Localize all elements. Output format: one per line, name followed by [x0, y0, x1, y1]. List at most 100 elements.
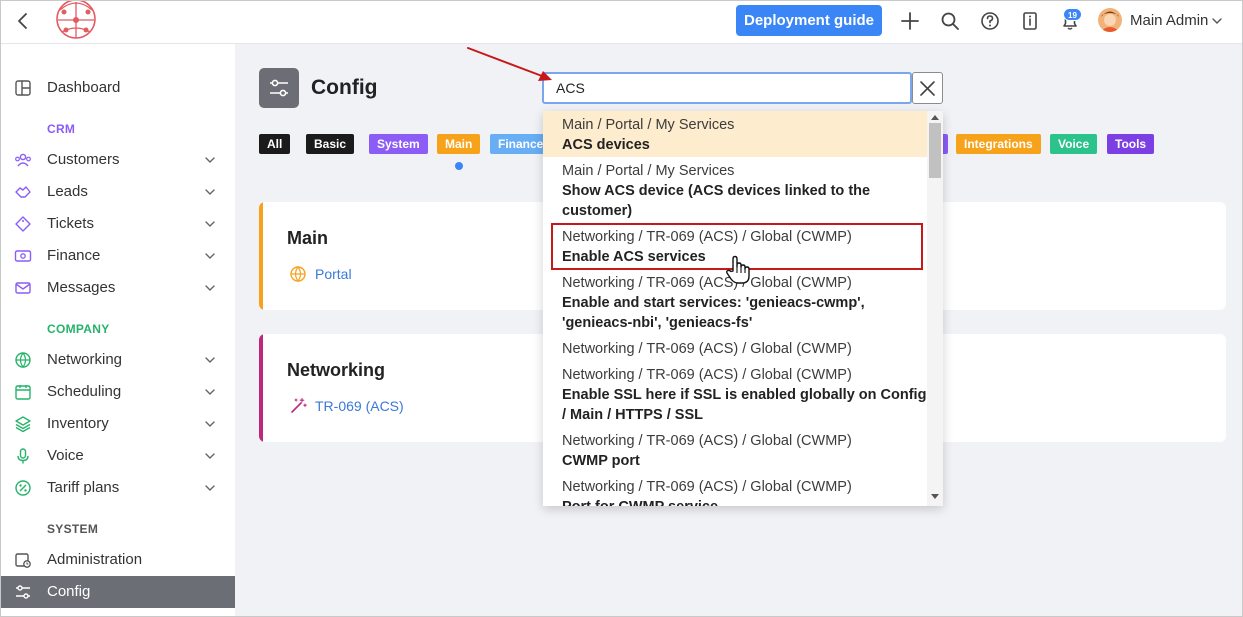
section-heading-crm: CRM — [47, 122, 76, 136]
scroll-up-icon[interactable] — [930, 113, 940, 121]
filter-chip-basic[interactable]: Basic — [306, 134, 355, 154]
chevron-down-icon[interactable] — [203, 281, 217, 295]
globe-icon — [15, 352, 31, 369]
filter-chip-voice[interactable]: Voice — [1050, 134, 1098, 154]
result-path: Networking / TR-069 (ACS) / Global (CWMP… — [562, 229, 852, 245]
sidebar-item-label: Inventory — [47, 415, 109, 432]
user-name[interactable]: Main Admin — [1130, 12, 1208, 29]
search-results-dropdown: Main / Portal / My Services ACS devices … — [543, 111, 943, 506]
result-path: Networking / TR-069 (ACS) / Global (CWMP… — [562, 479, 852, 495]
chevron-down-icon[interactable] — [203, 481, 217, 495]
sidebar-item-scheduling[interactable]: Scheduling — [0, 376, 235, 408]
chevron-down-icon[interactable] — [1210, 14, 1224, 28]
filter-chip-tools[interactable]: Tools — [1107, 134, 1155, 154]
sidebar-item-dashboard[interactable]: Dashboard — [0, 72, 235, 104]
logo[interactable] — [52, 0, 100, 42]
leads-icon — [15, 186, 31, 198]
chevron-down-icon[interactable] — [203, 217, 217, 231]
magic-wand-icon — [291, 397, 307, 413]
dashboard-icon — [15, 80, 31, 96]
sidebar-item-tickets[interactable]: Tickets — [0, 208, 235, 240]
administration-icon — [15, 553, 31, 568]
layers-icon — [15, 416, 31, 433]
search-result-item[interactable]: Networking / TR-069 (ACS) / Global (CWMP… — [543, 427, 927, 473]
sidebar-item-finance[interactable]: Finance — [0, 240, 235, 272]
sidebar-item-customers[interactable]: Customers — [0, 144, 235, 176]
result-name: ACS devices — [562, 137, 650, 153]
close-icon — [920, 81, 935, 96]
sidebar-item-messages[interactable]: Messages — [0, 272, 235, 304]
customers-icon — [15, 153, 31, 167]
sidebar-item-label: Dashboard — [47, 79, 121, 96]
sidebar-item-tariff-plans[interactable]: Tariff plans — [0, 472, 235, 504]
filter-chip-all[interactable]: All — [259, 134, 291, 154]
messages-icon — [15, 282, 31, 294]
search-result-item[interactable]: Networking / TR-069 (ACS) / Global (CWMP… — [543, 361, 927, 427]
result-path: Networking / TR-069 (ACS) / Global (CWMP… — [562, 367, 852, 383]
tr069-acs-link[interactable]: TR-069 (ACS) — [315, 398, 404, 414]
chevron-down-icon[interactable] — [203, 153, 217, 167]
config-page-icon — [259, 68, 299, 108]
search-result-item[interactable]: Main / Portal / My Services ACS devices — [543, 111, 927, 157]
top-bar: Deployment guide 19 Main Admin — [0, 0, 1243, 44]
avatar[interactable] — [1098, 8, 1122, 32]
sidebar-item-leads[interactable]: Leads — [0, 176, 235, 208]
scrollbar-thumb[interactable] — [929, 123, 941, 178]
microphone-icon — [17, 448, 29, 464]
deployment-guide-button[interactable]: Deployment guide — [736, 5, 882, 36]
portal-link[interactable]: Portal — [315, 266, 352, 282]
search-result-item[interactable]: Networking / TR-069 (ACS) / Global (CWMP… — [543, 335, 927, 361]
result-path: Main / Portal / My Services — [562, 163, 735, 179]
chevron-down-icon[interactable] — [203, 185, 217, 199]
tickets-icon — [15, 216, 31, 232]
card-accent-bar — [259, 334, 263, 442]
result-path: Networking / TR-069 (ACS) / Global (CWMP… — [562, 433, 852, 449]
page-title: Config — [311, 76, 378, 99]
sidebar-item-label: Leads — [47, 183, 88, 200]
chevron-down-icon[interactable] — [203, 417, 217, 431]
search-result-item[interactable]: Networking / TR-069 (ACS) / Global (CWMP… — [543, 473, 927, 506]
sidebar-item-label: Networking — [47, 351, 123, 368]
result-path: Main / Portal / My Services — [562, 117, 735, 133]
info-book-icon[interactable] — [1019, 10, 1041, 32]
result-name: Port for CWMP service — [562, 497, 927, 506]
finance-icon — [14, 250, 32, 262]
sidebar-item-label: Voice — [47, 447, 84, 464]
sidebar: Dashboard CRM Customers Leads Tickets Fi… — [0, 44, 235, 617]
scroll-down-icon[interactable] — [930, 493, 940, 501]
result-name: Enable and start services: 'genieacs-cwm… — [562, 295, 865, 331]
globe-icon — [290, 266, 306, 283]
sidebar-item-networking[interactable]: Networking — [0, 344, 235, 376]
result-name: Show ACS device (ACS devices linked to t… — [562, 183, 871, 219]
chevron-down-icon[interactable] — [203, 353, 217, 367]
section-heading-system: SYSTEM — [47, 522, 99, 536]
percent-icon — [15, 480, 31, 496]
sliders-icon — [16, 585, 30, 599]
result-name: Enable SSL here if SSL is enabled global… — [562, 387, 927, 423]
sidebar-item-config[interactable]: Config — [0, 576, 235, 608]
filter-chip-main[interactable]: Main — [437, 134, 481, 154]
back-arrow-icon[interactable] — [12, 10, 34, 32]
sidebar-item-label: Administration — [47, 551, 143, 568]
chevron-down-icon[interactable] — [203, 449, 217, 463]
result-name: CWMP port — [562, 453, 640, 469]
filter-chip-system[interactable]: System — [369, 134, 428, 154]
card-title: Networking — [287, 360, 386, 380]
sidebar-item-label: Config — [47, 583, 91, 600]
search-result-item[interactable]: Main / Portal / My Services Show ACS dev… — [543, 157, 927, 223]
sidebar-item-label: Finance — [47, 247, 101, 264]
sidebar-item-inventory[interactable]: Inventory — [0, 408, 235, 440]
chevron-down-icon[interactable] — [203, 385, 217, 399]
sidebar-item-voice[interactable]: Voice — [0, 440, 235, 472]
sidebar-item-label: Messages — [47, 279, 116, 296]
search-input[interactable] — [542, 72, 912, 104]
sidebar-item-administration[interactable]: Administration — [0, 544, 235, 576]
chevron-down-icon[interactable] — [203, 249, 217, 263]
filter-chip-integrations[interactable]: Integrations — [956, 134, 1041, 154]
search-icon[interactable] — [939, 10, 961, 32]
sidebar-item-label: Tariff plans — [47, 479, 120, 496]
result-path: Networking / TR-069 (ACS) / Global (CWMP… — [562, 341, 852, 357]
plus-icon[interactable] — [899, 10, 921, 32]
help-icon[interactable] — [979, 10, 1001, 32]
clear-search-button[interactable] — [912, 72, 943, 104]
